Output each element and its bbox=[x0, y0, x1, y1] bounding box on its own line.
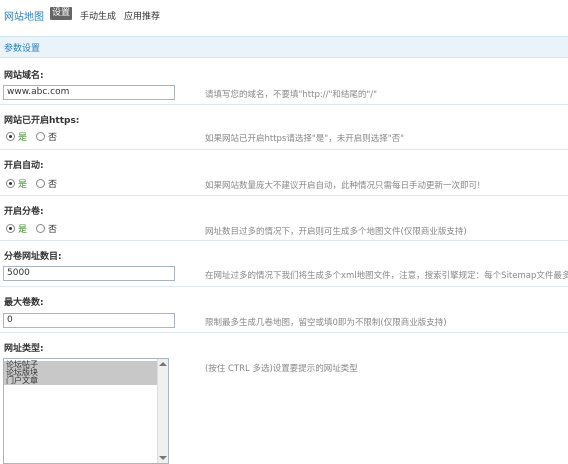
max-volumes-label: 最大卷数: bbox=[4, 298, 44, 308]
auto-no-radio[interactable] bbox=[36, 179, 46, 188]
domain-label: 网站域名: bbox=[4, 71, 44, 81]
tab-manual-generate[interactable]: 手动生成 bbox=[80, 9, 116, 22]
auto-hint: 如果网站数量庞大不建议开启自动，此种情况只需每日手动更新一次即可! bbox=[205, 181, 481, 191]
url-type-option[interactable]: 门户文章 bbox=[4, 377, 158, 385]
auto-no-label[interactable]: 否 bbox=[48, 177, 57, 190]
section-title: 参数设置 bbox=[4, 44, 41, 54]
scroll-down-icon[interactable] bbox=[159, 456, 167, 460]
app-title: 网站地图 bbox=[4, 12, 44, 23]
domain-hint: 请填写您的域名，不要填"http://"和结尾的"/" bbox=[205, 90, 378, 100]
split-hint: 网址数目过多的情况下，开启则可生成多个地图文件(仅限商业版支持) bbox=[205, 227, 467, 237]
split-yes-radio[interactable] bbox=[6, 224, 15, 233]
auto-yes-radio[interactable] bbox=[6, 179, 15, 188]
split-radio-group: 是 否 bbox=[6, 222, 57, 235]
divider bbox=[0, 104, 568, 105]
max-volumes-hint: 限制最多生成几卷地图，留空或填0即为不限制(仅限商业版支持) bbox=[205, 318, 447, 328]
auto-yes-label[interactable]: 是 bbox=[18, 177, 27, 190]
divider bbox=[0, 240, 568, 241]
auto-radio-group: 是 否 bbox=[6, 177, 57, 190]
split-count-input[interactable]: 5000 bbox=[3, 266, 175, 281]
max-volumes-input[interactable]: 0 bbox=[3, 313, 175, 328]
tab-app-recommend[interactable]: 应用推荐 bbox=[124, 9, 160, 22]
tab-settings[interactable]: 设置 bbox=[50, 7, 72, 20]
url-types-select[interactable]: 论坛帖子 论坛版块 门户文章 bbox=[3, 358, 169, 464]
select-scrollbar[interactable] bbox=[157, 359, 168, 463]
section-header bbox=[0, 36, 568, 58]
https-yes-label[interactable]: 是 bbox=[18, 130, 27, 143]
https-hint: 如果网站已开启https请选择"是"，未开启则选择"否" bbox=[205, 134, 405, 144]
https-no-radio[interactable] bbox=[36, 132, 46, 141]
https-radio-group: 是 否 bbox=[6, 130, 57, 143]
auto-label: 开启自动: bbox=[4, 161, 44, 171]
domain-input[interactable]: www.abc.com bbox=[3, 85, 175, 100]
scroll-up-icon[interactable] bbox=[159, 362, 167, 366]
split-label: 开启分卷: bbox=[4, 207, 44, 217]
split-count-label: 分卷网址数目: bbox=[4, 252, 62, 262]
divider bbox=[0, 332, 568, 333]
https-label: 网站已开启https: bbox=[4, 116, 80, 126]
split-no-label[interactable]: 否 bbox=[48, 222, 57, 235]
split-no-radio[interactable] bbox=[36, 224, 46, 233]
url-types-hint: (按住 CTRL 多选)设置要提示的网址类型 bbox=[205, 364, 358, 374]
url-types-label: 网址类型: bbox=[4, 344, 44, 354]
divider bbox=[0, 286, 568, 287]
https-no-label[interactable]: 否 bbox=[48, 130, 57, 143]
split-yes-label[interactable]: 是 bbox=[18, 222, 27, 235]
divider bbox=[0, 149, 568, 150]
divider bbox=[0, 195, 568, 196]
split-count-hint: 在网址过多的情况下我们将生成多个xml地图文件，注意，搜索引擎规定：每个Site… bbox=[205, 271, 568, 281]
https-yes-radio[interactable] bbox=[6, 132, 15, 141]
